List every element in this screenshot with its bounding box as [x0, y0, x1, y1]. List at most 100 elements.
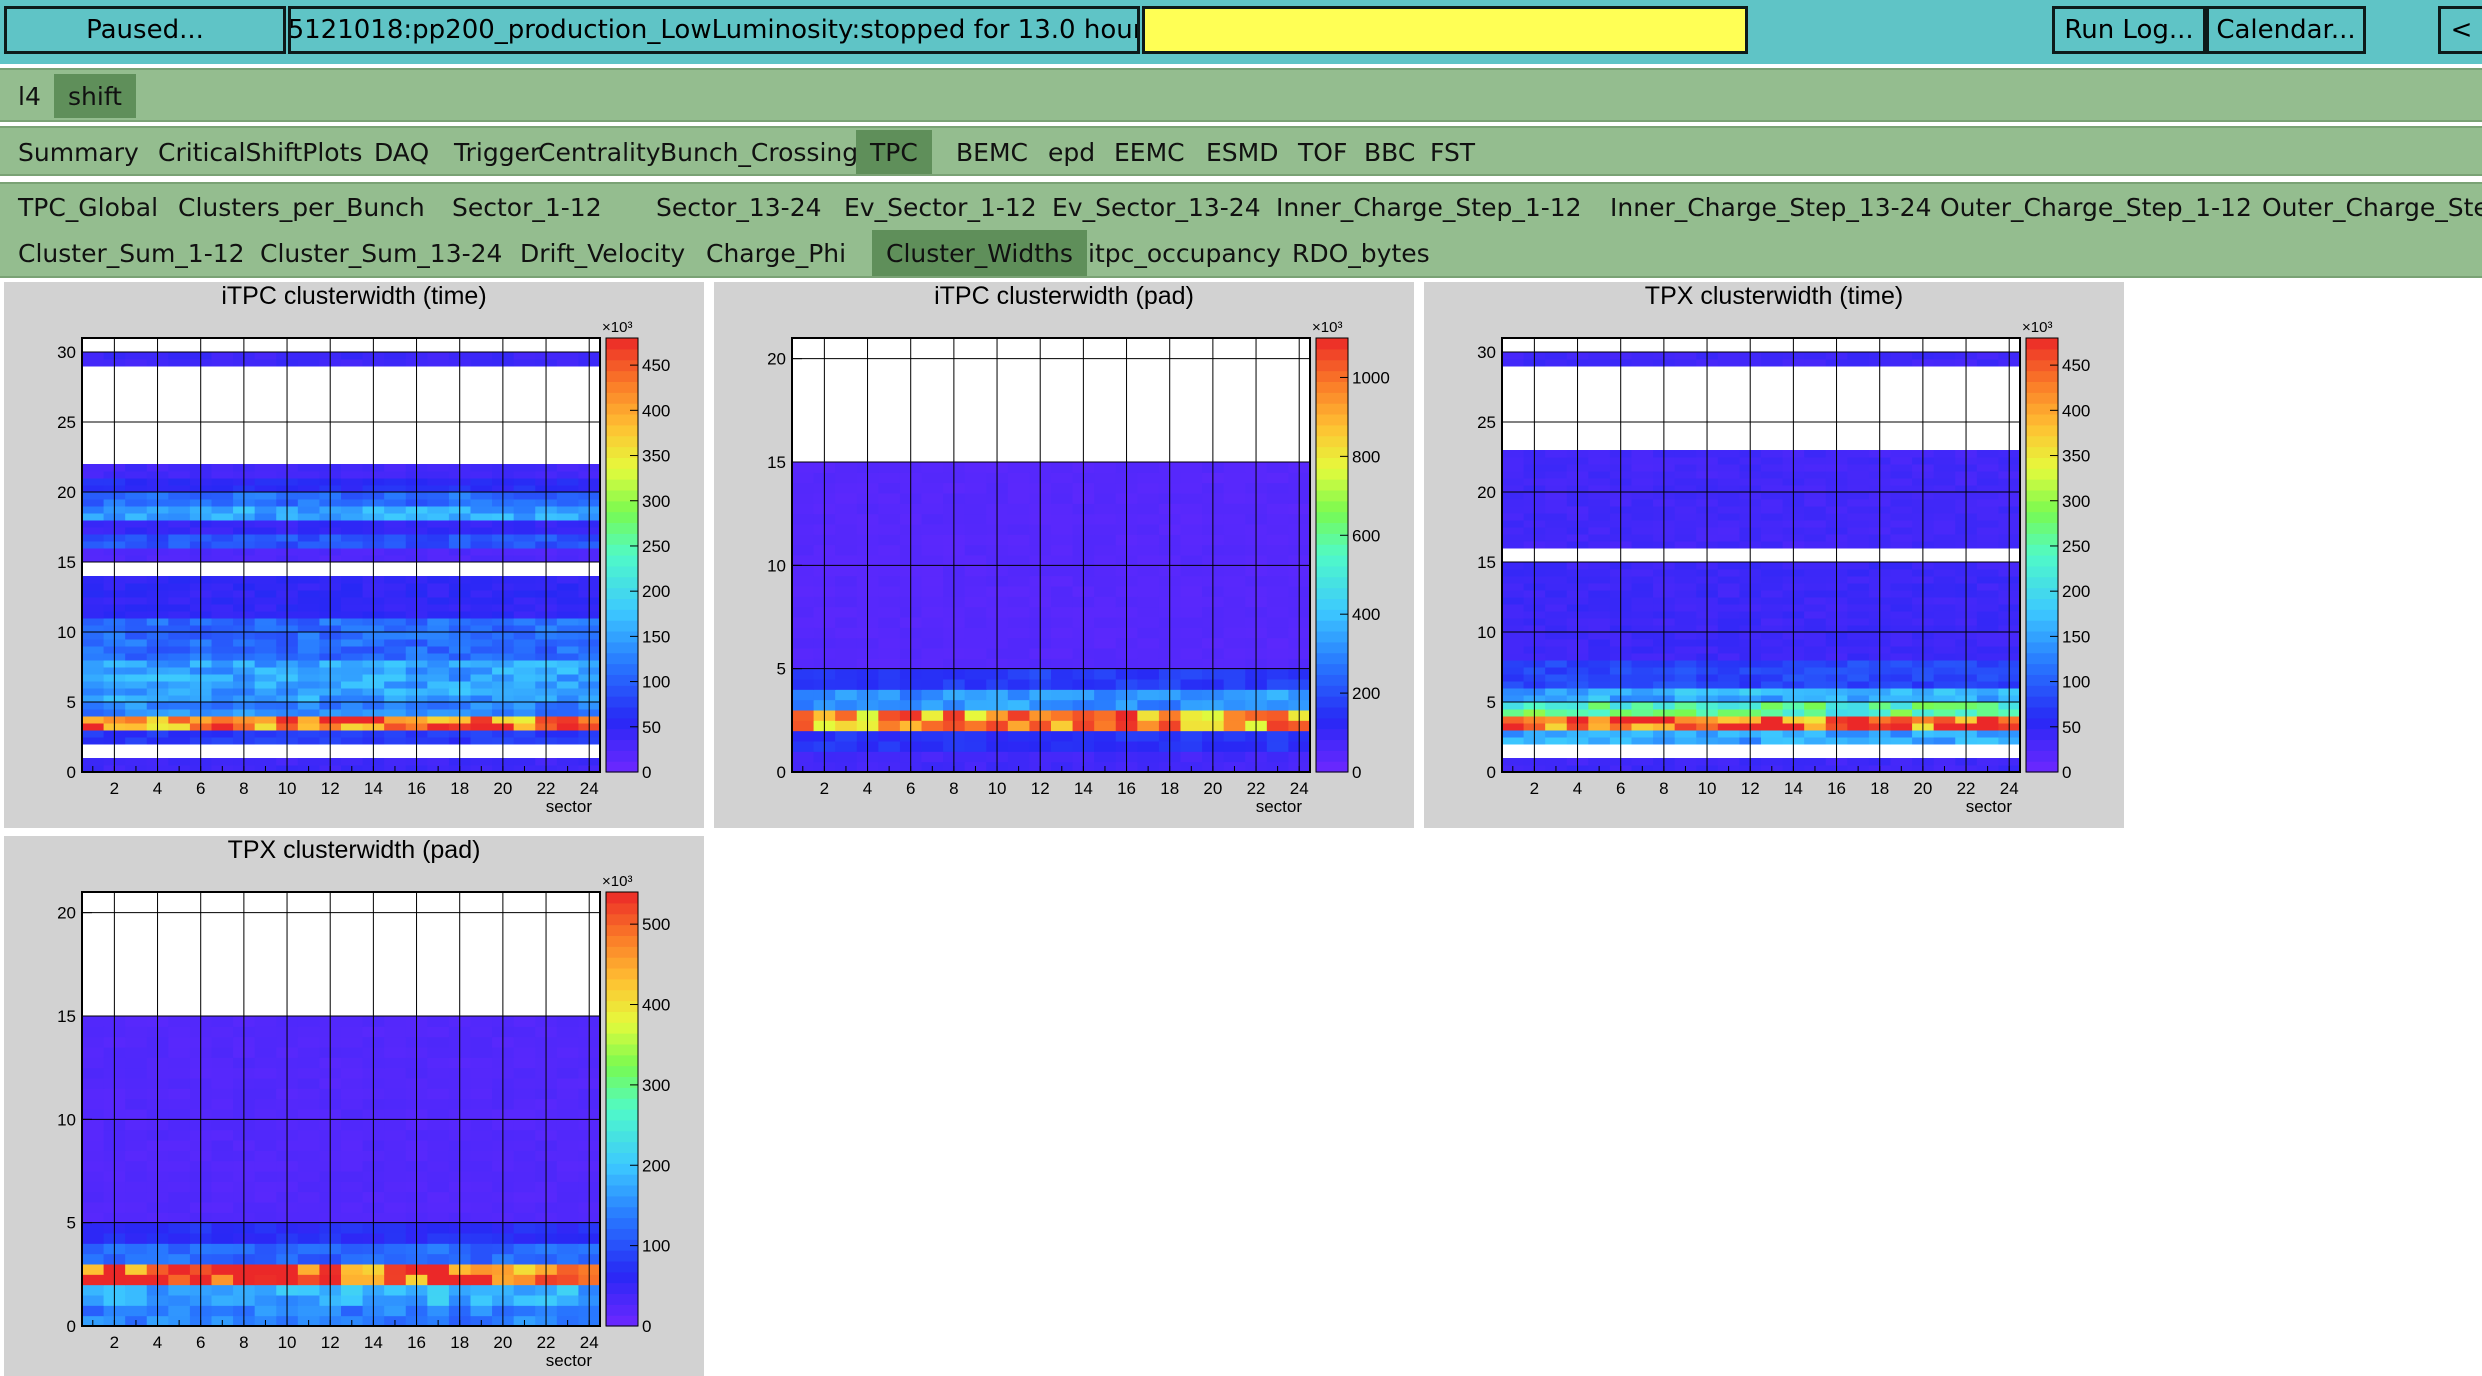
tab-rdo-bytes[interactable]: RDO_bytes [1278, 230, 1444, 276]
heatmap-cell [1545, 646, 1568, 654]
tab-itpc-occupancy[interactable]: itpc_occupancy [1074, 230, 1295, 276]
heatmap-cell [254, 1202, 277, 1213]
heatmap-cell [1933, 758, 1956, 766]
tab-drift-velocity[interactable]: Drift_Velocity [506, 230, 699, 276]
heatmap-cell [513, 1253, 536, 1265]
heatmap-cell [1976, 667, 1999, 675]
heatmap-cell [211, 604, 234, 612]
paused-button[interactable]: Paused... [4, 6, 286, 54]
heatmap-itpc-pad: 2 4 6 8 10 12 14 16 18 20 22 2405101520sector020040… [767, 319, 1390, 816]
tab-ev-sector-1-12[interactable]: Ev_Sector_1-12 [830, 184, 1051, 230]
heatmap-cell [1674, 457, 1697, 465]
heatmap-cell [1890, 562, 1913, 570]
tab-sector-1-12[interactable]: Sector_1-12 [438, 184, 616, 230]
heatmap-cell [1804, 569, 1827, 577]
heatmap-cell [878, 555, 901, 566]
heatmap-cell [341, 709, 364, 717]
heatmap-cell [82, 352, 105, 360]
heatmap-cell [82, 646, 105, 654]
heatmap-cell [792, 482, 815, 494]
heatmap-cell [254, 646, 277, 654]
tab-l4[interactable]: l4 [4, 74, 55, 118]
heatmap-cell [1545, 527, 1568, 535]
tab-sector-13-24[interactable]: Sector_13-24 [642, 184, 836, 230]
heatmap-cell [1847, 450, 1870, 458]
heatmap-cell [254, 1109, 277, 1120]
tab-inner-charge-step-13-24[interactable]: Inner_Charge_Step_13-24 [1596, 184, 1946, 230]
heatmap-cell [556, 352, 579, 360]
heatmap-cell [341, 646, 364, 654]
tab-epd[interactable]: epd [1034, 130, 1109, 174]
x-tick-label: 6 [196, 1333, 205, 1352]
tab-cluster-widths[interactable]: Cluster_Widths [872, 230, 1087, 276]
heatmap-cell [1051, 699, 1074, 711]
tab-cluster-sum-13-24[interactable]: Cluster_Sum_13-24 [246, 230, 516, 276]
heatmap-cell [1051, 720, 1074, 732]
back-button[interactable]: < [2438, 6, 2482, 54]
tab-bunch-crossings[interactable]: Bunch_Crossings [646, 130, 885, 174]
heatmap-cell [341, 632, 364, 640]
heatmap-cell [1804, 464, 1827, 472]
tab-eemc[interactable]: EEMC [1100, 130, 1199, 174]
heatmap-cell [1631, 646, 1654, 654]
heatmap-cell [513, 1057, 536, 1069]
heatmap-cell [835, 575, 858, 587]
tab-esmd[interactable]: ESMD [1192, 130, 1293, 174]
heatmap-cell [792, 462, 815, 473]
heatmap-cell [1976, 471, 1999, 479]
tab-ev-sector-13-24[interactable]: Ev_Sector_13-24 [1038, 184, 1275, 230]
heatmap-cell [1631, 569, 1654, 577]
tab-cluster-sum-1-12[interactable]: Cluster_Sum_1-12 [4, 230, 259, 276]
heatmap-cell [1545, 723, 1568, 731]
tab-criticalshiftplots[interactable]: CriticalShiftPlots [144, 130, 376, 174]
tab-inner-charge-step-1-12[interactable]: Inner_Charge_Step_1-12 [1262, 184, 1596, 230]
heatmap-cell [1223, 627, 1246, 639]
tab-summary[interactable]: Summary [4, 130, 153, 174]
heatmap-cell [964, 606, 987, 618]
tab-charge-phi[interactable]: Charge_Phi [692, 230, 860, 276]
tab-outer-charge-step-13-2[interactable]: Outer_Charge_Step_13-2 [2248, 184, 2482, 230]
tab-tpc[interactable]: TPC [856, 130, 932, 174]
tab-tpc-global[interactable]: TPC_Global [4, 184, 172, 230]
heatmap-cell [254, 464, 277, 472]
tab-daq[interactable]: DAQ [360, 130, 443, 174]
heatmap-cell [1674, 352, 1697, 360]
heatmap-cell [1266, 689, 1289, 701]
run-log-button[interactable]: Run Log... [2052, 6, 2206, 54]
tab-shift[interactable]: shift [54, 74, 136, 118]
heatmap-cell [125, 513, 148, 521]
heatmap-cell [1933, 681, 1956, 689]
calendar-button[interactable]: Calendar... [2206, 6, 2366, 54]
heatmap-cell [254, 548, 277, 556]
heatmap-cell [1933, 737, 1956, 745]
heatmap-cell [254, 555, 277, 563]
heatmap-cell [1266, 596, 1289, 608]
heatmap-cell [1051, 658, 1074, 670]
colorbar-tick-label: 200 [642, 582, 670, 601]
heatmap-cell [470, 730, 493, 738]
tab-bemc[interactable]: BEMC [942, 130, 1042, 174]
heatmap-cell [125, 555, 148, 563]
colorbar-tick-label: 0 [642, 1317, 651, 1336]
heatmap-cell [341, 534, 364, 542]
tab-fst[interactable]: FST [1416, 130, 1489, 174]
heatmap-cell [921, 751, 944, 763]
tab-clusters-per-bunch[interactable]: Clusters_per_Bunch [164, 184, 439, 230]
status-toolbar: Paused... (25121018:pp200_production_Low… [0, 0, 2482, 64]
heatmap-cell [254, 639, 277, 647]
tab-outer-charge-step-1-12[interactable]: Outer_Charge_Step_1-12 [1926, 184, 2266, 230]
x-tick-label: 20 [493, 1333, 512, 1352]
heatmap-cell [254, 1284, 277, 1296]
heatmap-cell [1976, 464, 1999, 472]
heatmap-cell [1266, 462, 1289, 473]
heatmap-cell [125, 1171, 148, 1182]
heatmap-cell [1502, 352, 1525, 360]
heatmap-cell [1847, 471, 1870, 479]
heatmap-cell [384, 548, 407, 556]
heatmap-cell [168, 618, 191, 626]
heatmap-cell [1674, 737, 1697, 745]
heatmap-cell [297, 1067, 320, 1079]
heatmap-cell [1804, 737, 1827, 745]
heatmap-cell [427, 506, 450, 514]
heatmap-cell [384, 1047, 407, 1058]
